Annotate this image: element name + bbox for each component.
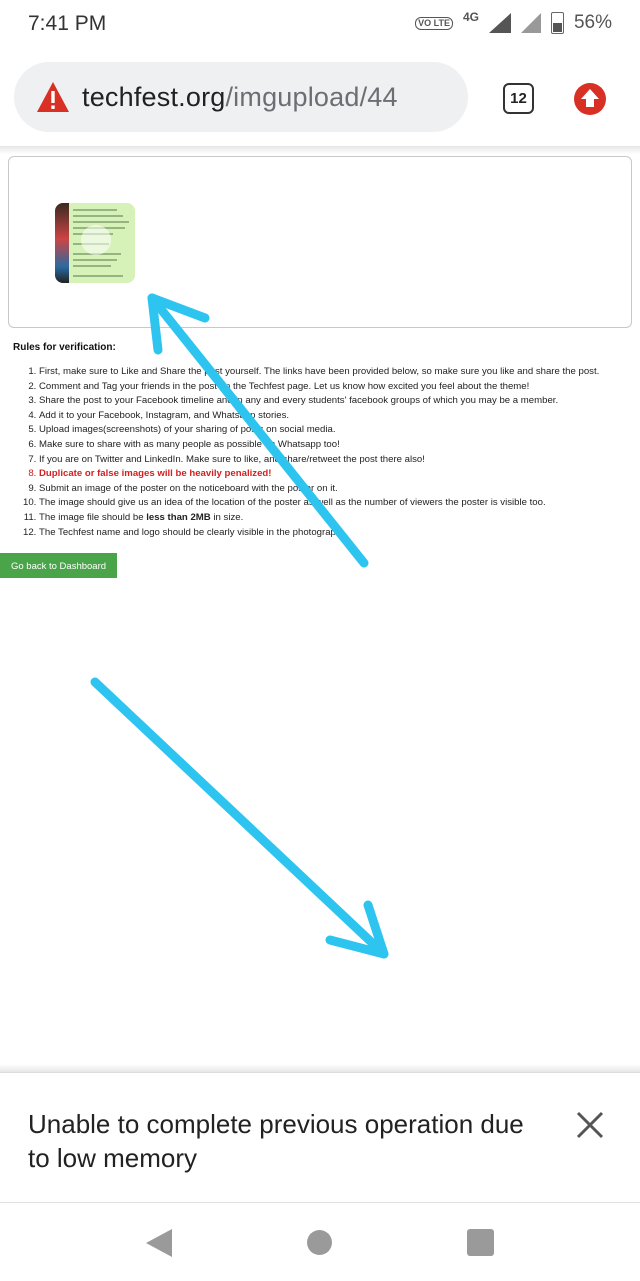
navigation-bar <box>0 1202 640 1281</box>
rule-item: First, make sure to Like and Share the p… <box>39 365 639 380</box>
play-overlay-icon <box>81 225 111 255</box>
arrow-down-line <box>90 677 389 959</box>
upload-icon[interactable] <box>573 82 607 116</box>
rule-item: Upload images(screenshots) of your shari… <box>39 423 639 438</box>
back-icon[interactable] <box>146 1229 172 1257</box>
url-domain: techfest.org <box>82 81 226 112</box>
rule-item: Add it to your Facebook, Instagram, and … <box>39 409 639 424</box>
rule-item: The image should give us an idea of the … <box>39 496 639 511</box>
rule-item: The image file should be less than 2MB i… <box>39 511 639 526</box>
battery-icon <box>550 12 564 34</box>
snackbar-message: Unable to complete previous operation du… <box>28 1109 524 1173</box>
image-upload-area[interactable] <box>8 156 632 328</box>
go-back-to-dashboard-button[interactable]: Go back to Dashboard <box>0 553 117 578</box>
home-icon[interactable] <box>307 1230 332 1255</box>
rule-item: The Techfest name and logo should be cle… <box>39 526 639 541</box>
url-bar[interactable]: techfest.org/imgupload/44 <box>14 62 468 132</box>
toolbar-shadow <box>0 146 640 154</box>
status-icons: VO LTE 4G 56% <box>415 10 612 34</box>
thumbnail-photo <box>55 203 69 283</box>
low-memory-snackbar: Unable to complete previous operation du… <box>0 1072 640 1203</box>
url-path: /imgupload/44 <box>225 81 398 112</box>
signal-icon <box>488 13 511 33</box>
rule-item: Make sure to share with as many people a… <box>39 438 639 453</box>
tab-switcher-icon[interactable]: 12 <box>503 83 534 114</box>
close-icon[interactable] <box>572 1107 608 1143</box>
penalty-warning-text: Duplicate or false images will be heavil… <box>39 468 272 480</box>
rules-list: First, make sure to Like and Share the p… <box>18 365 639 540</box>
signal-secondary-icon <box>520 13 541 33</box>
rule-item: Share the post to your Facebook timeline… <box>39 394 639 409</box>
url-text[interactable]: techfest.org/imgupload/44 <box>82 82 398 113</box>
rules-title: Rules for verification: <box>13 342 116 353</box>
rule-item: Comment and Tag your friends in the post… <box>39 380 639 395</box>
uploaded-image-thumbnail[interactable] <box>55 203 135 283</box>
arrow-down-head <box>325 900 389 959</box>
network-type-label: 4G <box>462 10 479 24</box>
rule-item: If you are on Twitter and LinkedIn. Make… <box>39 453 639 468</box>
battery-percent: 56% <box>573 12 612 33</box>
warning-icon[interactable] <box>36 81 70 113</box>
volte-icon: VO LTE <box>415 16 453 30</box>
rule-item-warning: Duplicate or false images will be heavil… <box>39 467 639 482</box>
rule-item: Submit an image of the poster on the not… <box>39 482 639 497</box>
recents-icon[interactable] <box>467 1229 494 1256</box>
status-time: 7:41 PM <box>28 12 107 35</box>
size-limit: less than 2MB <box>146 511 211 523</box>
status-bar: 7:41 PM VO LTE 4G 56% <box>0 0 640 50</box>
